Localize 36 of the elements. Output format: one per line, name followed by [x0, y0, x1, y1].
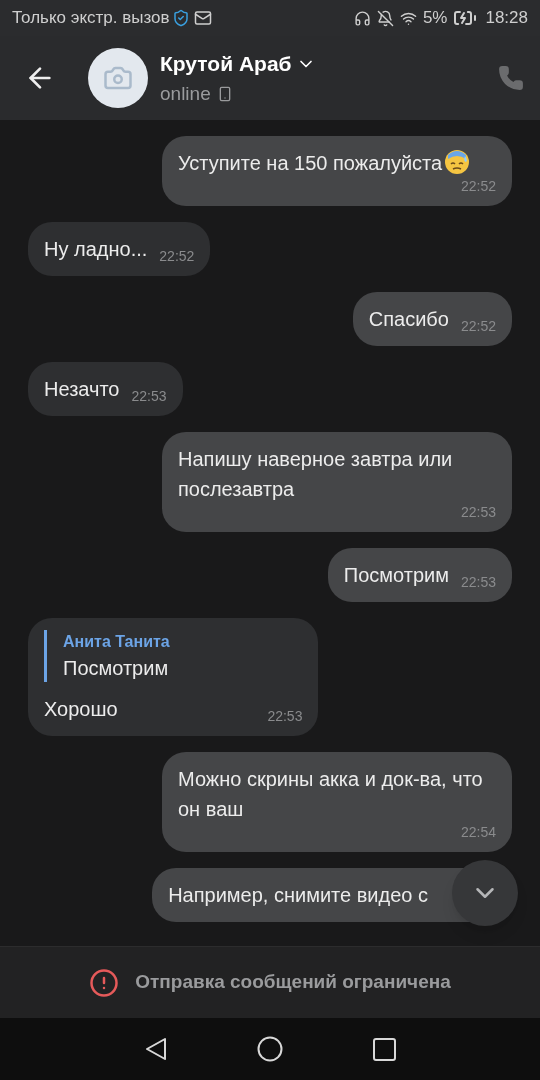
quoted-author: Анита Танита	[63, 632, 171, 652]
clock: 18:28	[485, 7, 528, 30]
message-time: 22:54	[460, 824, 496, 840]
recents-nav-icon[interactable]	[372, 1037, 396, 1061]
quoted-message[interactable]: Анита Танита Посмотрим	[44, 630, 303, 682]
mute-icon	[376, 9, 394, 27]
message-text: Спасибо	[368, 307, 449, 332]
avatar[interactable]	[88, 48, 148, 108]
message-text: Уступите на 150 пожалуйста	[178, 148, 471, 178]
headphones-icon	[353, 9, 371, 27]
call-button[interactable]	[498, 65, 524, 91]
alert-icon	[89, 967, 120, 998]
mail-icon	[193, 9, 212, 27]
restriction-notice: Отправка сообщений ограничена	[135, 970, 451, 995]
home-nav-icon[interactable]	[256, 1036, 283, 1062]
message-time: 22:52	[159, 248, 195, 264]
message-text: Ну ладно...	[44, 237, 148, 262]
message-time: 22:53	[267, 708, 303, 724]
shield-icon	[171, 9, 190, 27]
message-text: Напишу наверное завтра или послезавтра	[178, 447, 454, 502]
message-text: Можно скрины акка и док-ва, что он ваш	[178, 767, 484, 822]
online-status: online	[160, 81, 211, 106]
message-text: Посмотрим	[343, 563, 449, 588]
message-text: Незачто	[44, 377, 120, 402]
carrier-text: Только экстр. вызов	[12, 7, 170, 30]
message-text: Хорошо	[44, 697, 118, 722]
message-time: 22:53	[460, 504, 496, 520]
message-time: 22:53	[131, 388, 167, 404]
battery-percent: 5%	[422, 7, 448, 30]
quoted-text: Посмотрим	[63, 656, 170, 681]
message-text: Например, снимите видео с	[168, 883, 428, 908]
contact-name[interactable]: Крутой Араб	[160, 48, 292, 80]
message-time: 22:53	[460, 574, 496, 590]
back-nav-icon[interactable]	[144, 1037, 167, 1061]
message-time: 22:52	[460, 318, 496, 334]
message-time: 22:52	[460, 178, 496, 194]
